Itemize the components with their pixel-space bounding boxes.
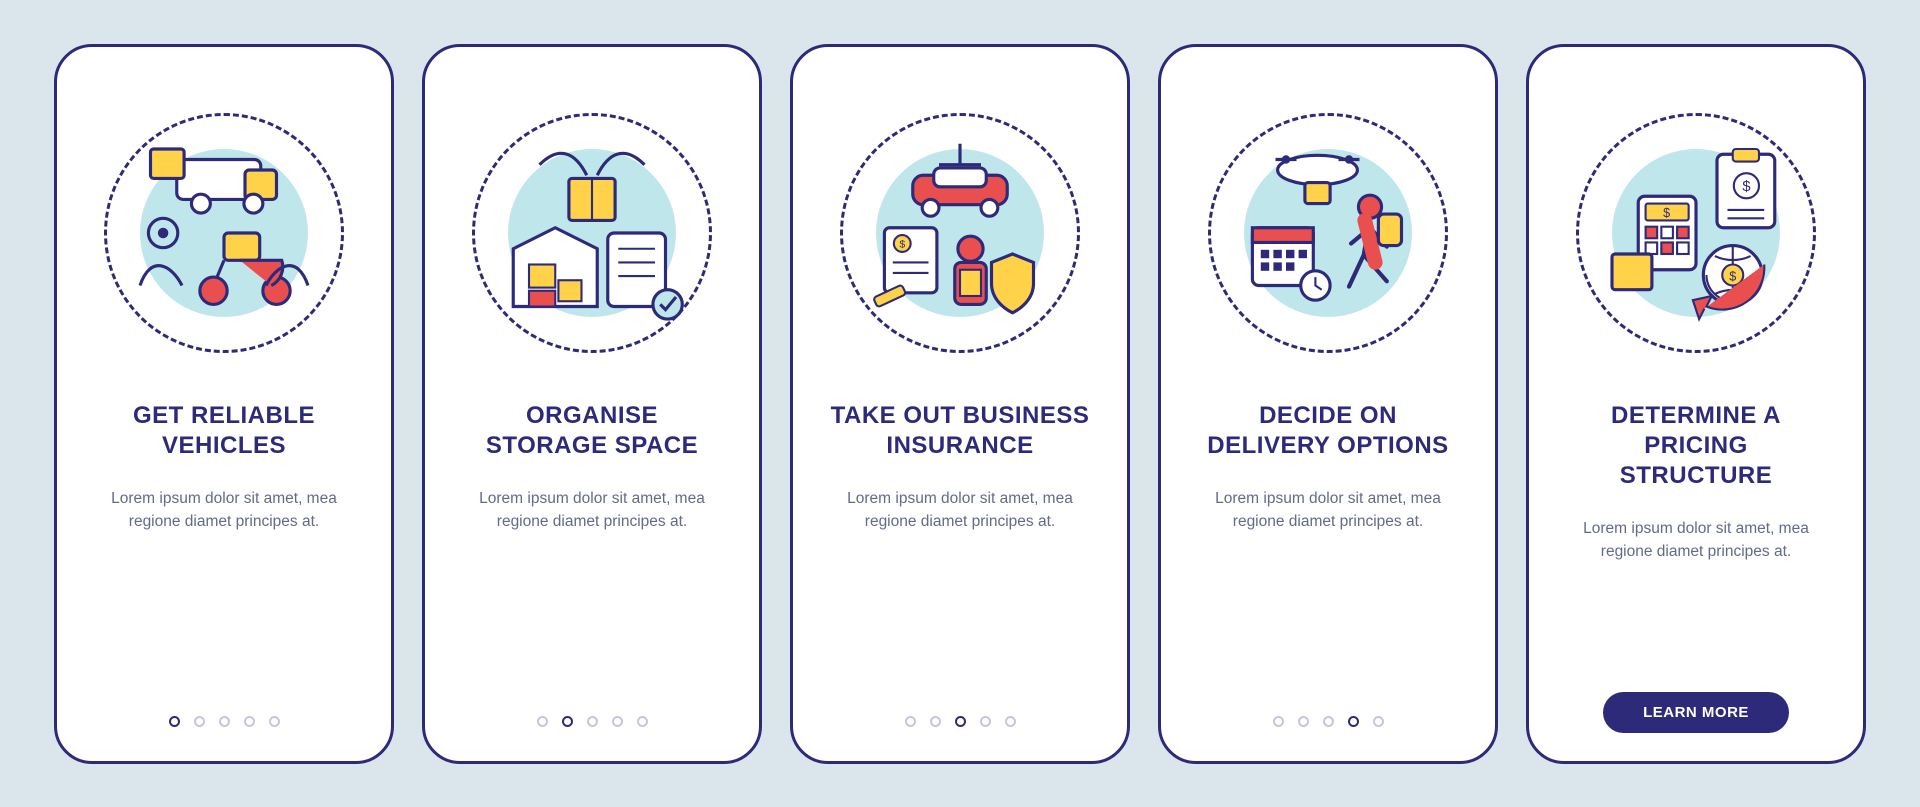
illustration-wrap: $ — [840, 113, 1080, 353]
screen-body: Lorem ipsum dolor sit amet, mea regione … — [467, 487, 717, 534]
svg-text:$: $ — [1742, 179, 1750, 195]
onboarding-screen-3: $ Take Out Business Insurance Lorem ipsu… — [790, 44, 1130, 764]
pagination-dots — [793, 716, 1127, 727]
illustration-wrap — [472, 113, 712, 353]
dot[interactable] — [1298, 716, 1309, 727]
pricing-icon: $ $ $ — [1591, 128, 1801, 338]
dot[interactable] — [1373, 716, 1384, 727]
svg-text:$: $ — [1729, 269, 1736, 283]
illustration-wrap — [1208, 113, 1448, 353]
dot[interactable] — [905, 716, 916, 727]
illustration-wrap: $ $ $ — [1576, 113, 1816, 353]
dot-active[interactable] — [1348, 716, 1359, 727]
dot-active[interactable] — [562, 716, 573, 727]
onboarding-screen-5: $ $ $ Determine a Pricing Structure Lore… — [1526, 44, 1866, 764]
screen-title: Decide on Delivery Options — [1198, 401, 1458, 461]
svg-text:$: $ — [899, 238, 905, 250]
screen-body: Lorem ipsum dolor sit amet, mea regione … — [1571, 517, 1821, 564]
dot[interactable] — [194, 716, 205, 727]
dot-active[interactable] — [955, 716, 966, 727]
dot[interactable] — [244, 716, 255, 727]
dot[interactable] — [637, 716, 648, 727]
dot[interactable] — [269, 716, 280, 727]
pagination-dots — [57, 716, 391, 727]
screen-title: Organise Storage Space — [462, 401, 722, 461]
screen-body: Lorem ipsum dolor sit amet, mea regione … — [99, 487, 349, 534]
screen-title: Get Reliable Vehicles — [94, 401, 354, 461]
delivery-icon — [1223, 128, 1433, 338]
storage-icon — [487, 128, 697, 338]
screen-title: Take Out Business Insurance — [830, 401, 1090, 461]
dot[interactable] — [587, 716, 598, 727]
svg-text:$: $ — [1663, 206, 1670, 220]
dot[interactable] — [219, 716, 230, 727]
dot[interactable] — [980, 716, 991, 727]
dot[interactable] — [612, 716, 623, 727]
illustration-wrap — [104, 113, 344, 353]
dot[interactable] — [930, 716, 941, 727]
onboarding-screen-4: Decide on Delivery Options Lorem ipsum d… — [1158, 44, 1498, 764]
dot[interactable] — [1273, 716, 1284, 727]
pagination-dots — [1161, 716, 1495, 727]
dot[interactable] — [1323, 716, 1334, 727]
dot[interactable] — [1005, 716, 1016, 727]
vehicles-icon — [119, 128, 329, 338]
screen-body: Lorem ipsum dolor sit amet, mea regione … — [1203, 487, 1453, 534]
onboarding-screen-1: Get Reliable Vehicles Lorem ipsum dolor … — [54, 44, 394, 764]
screen-body: Lorem ipsum dolor sit amet, mea regione … — [835, 487, 1085, 534]
screen-title: Determine a Pricing Structure — [1566, 401, 1826, 491]
insurance-icon: $ — [855, 128, 1065, 338]
learn-more-button[interactable]: LEARN MORE — [1603, 692, 1789, 733]
pagination-dots — [425, 716, 759, 727]
dot[interactable] — [537, 716, 548, 727]
onboarding-screen-2: Organise Storage Space Lorem ipsum dolor… — [422, 44, 762, 764]
dot-active[interactable] — [169, 716, 180, 727]
